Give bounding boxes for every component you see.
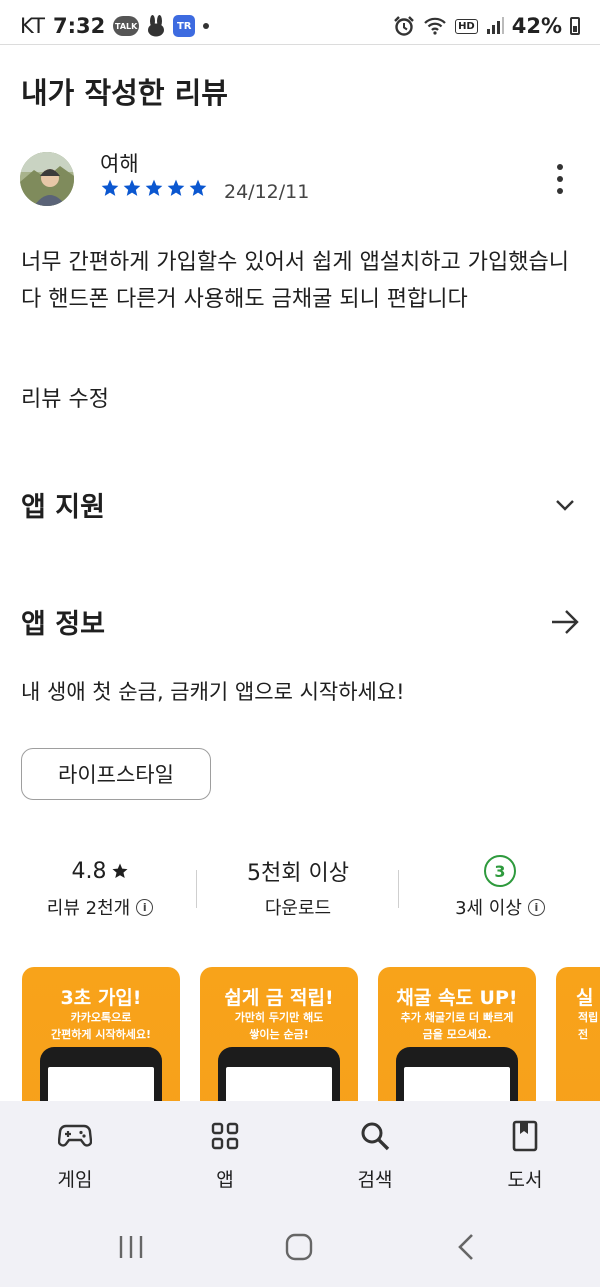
status-divider <box>0 44 600 45</box>
star-rating <box>100 178 208 198</box>
age-rating-badge: 3 <box>484 855 516 887</box>
screenshot-caption: 추가 채굴기로 더 빠르게 금을 모으세요. <box>400 1011 514 1041</box>
info-icon[interactable]: i <box>527 898 545 916</box>
home-icon[interactable] <box>279 1230 319 1264</box>
screenshot-caption: 가만히 두기만 해도 쌓이는 순금! <box>234 1011 324 1041</box>
arrow-right-icon <box>550 607 580 637</box>
screenshot-card[interactable]: 실 적립 전 <box>556 967 600 1107</box>
star-icon <box>101 179 119 196</box>
category-chip[interactable]: 라이프스타일 <box>21 748 211 800</box>
more-notifications-dot <box>203 23 210 29</box>
alarm-icon <box>393 15 415 37</box>
recent-apps-icon[interactable] <box>111 1230 151 1264</box>
screenshot-card[interactable]: 쉽게 금 적립! 가만히 두기만 해도 쌓이는 순금! <box>200 967 358 1107</box>
screenshot-heading: 실 <box>576 987 594 1009</box>
screenshot-card[interactable]: 채굴 속도 UP! 추가 채굴기로 더 빠르게 금을 모으세요. <box>378 967 536 1107</box>
nav-search[interactable]: 검색 <box>300 1119 450 1192</box>
nav-apps-label: 앱 <box>216 1169 234 1191</box>
screenshot-heading: 3초 가입! <box>60 987 142 1009</box>
signal-icon <box>486 17 504 35</box>
star-icon <box>189 179 207 196</box>
clock: 7:32 <box>52 14 106 38</box>
downloads-stat: 5천회 이상 다운로드 <box>198 854 398 920</box>
screenshot-heading: 채굴 속도 UP! <box>396 987 518 1009</box>
hd-voice-icon: HD <box>455 18 478 34</box>
review-date: 24/12/11 <box>224 181 310 203</box>
wifi-icon <box>423 16 447 36</box>
system-navigation <box>0 1208 600 1287</box>
page-title: 내가 작성한 리뷰 <box>21 76 228 110</box>
age-rating-label: 3세 이상 <box>455 898 522 919</box>
downloads-label: 다운로드 <box>264 898 332 919</box>
screenshot-caption: 카카오톡으로 간편하게 시작하세요! <box>51 1011 151 1041</box>
app-notification-icon: TR <box>173 15 196 37</box>
chevron-down-icon <box>550 490 580 520</box>
nav-books[interactable]: 도서 <box>450 1119 600 1192</box>
search-icon <box>358 1119 392 1153</box>
screenshot-heading: 쉽게 금 적립! <box>224 987 334 1009</box>
rabbit-icon <box>147 15 165 37</box>
nav-games[interactable]: 게임 <box>0 1119 150 1192</box>
rating-stat[interactable]: 4.8 리뷰 2천개 i <box>0 854 200 920</box>
app-support-title: 앱 지원 <box>21 492 105 523</box>
screenshot-caption: 적립 전 <box>578 1011 599 1041</box>
battery-icon <box>570 17 580 35</box>
battery-percent: 42% <box>511 14 562 38</box>
star-icon <box>112 863 127 879</box>
app-info-title: 앱 정보 <box>21 609 105 640</box>
nav-search-label: 검색 <box>357 1169 393 1191</box>
age-rating-stat[interactable]: 3 3세 이상 i <box>400 854 600 920</box>
app-support-section[interactable]: 앱 지원 <box>21 485 580 524</box>
star-icon <box>145 179 163 196</box>
book-icon <box>508 1119 542 1153</box>
back-icon[interactable] <box>446 1230 486 1264</box>
review-text: 너무 간편하게 가입할수 있어서 쉽게 앱설치하고 가입했습니다 핸드폰 다른거… <box>21 250 569 312</box>
star-icon <box>123 179 141 196</box>
stat-divider <box>398 870 399 908</box>
kakaotalk-icon: TALK <box>113 16 140 36</box>
screenshot-carousel[interactable]: 3초 가입! 카카오톡으로 간편하게 시작하세요! 쉽게 금 적립! 가만히 두… <box>22 967 600 1107</box>
phone-mockup <box>40 1047 162 1107</box>
apps-grid-icon <box>208 1119 242 1153</box>
phone-mockup <box>396 1047 518 1107</box>
gamepad-icon <box>58 1119 92 1153</box>
nav-apps[interactable]: 앱 <box>150 1119 300 1192</box>
nav-games-label: 게임 <box>57 1169 93 1191</box>
app-stats: 4.8 리뷰 2천개 i 5천회 이상 다운로드 3 3세 이상 i <box>0 854 600 934</box>
more-options-icon[interactable] <box>548 162 572 196</box>
info-icon[interactable]: i <box>136 898 154 916</box>
app-info-section[interactable]: 앱 정보 <box>21 602 580 641</box>
nav-books-label: 도서 <box>507 1169 543 1191</box>
avatar <box>20 152 74 206</box>
downloads-value: 5천회 이상 <box>247 861 349 886</box>
rating-value: 4.8 <box>71 858 107 884</box>
star-icon <box>167 179 185 196</box>
stat-divider <box>196 870 197 908</box>
screenshot-card[interactable]: 3초 가입! 카카오톡으로 간편하게 시작하세요! <box>22 967 180 1107</box>
reviewer-name: 여해 <box>100 152 139 176</box>
phone-mockup <box>218 1047 340 1107</box>
carrier-name: KT <box>20 14 45 38</box>
edit-review-link[interactable]: 리뷰 수정 <box>21 381 109 413</box>
rating-label: 리뷰 2천개 <box>46 898 131 919</box>
app-description: 내 생애 첫 순금, 금캐기 앱으로 시작하세요! <box>21 680 405 704</box>
